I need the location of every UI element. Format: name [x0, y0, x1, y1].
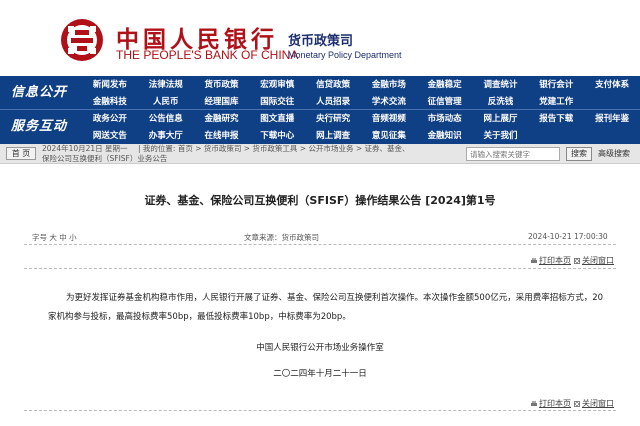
nav-item[interactable]: 宏观审慎	[249, 77, 305, 94]
breadcrumb-path[interactable]: | 我的位置: 首页 > 货币政策司 > 货币政策工具 > 公开市场业务 > 证…	[138, 144, 410, 154]
print-link-bottom[interactable]: 打印本页	[530, 398, 571, 409]
printer-icon	[531, 400, 537, 406]
nav-row-1: 新闻发布 法律法规 货币政策 宏观审慎 信贷政策 金融市场 金融稳定 调查统计 …	[82, 77, 640, 94]
nav-item[interactable]: 金融知识	[417, 128, 473, 145]
close-icon	[574, 257, 580, 264]
nav-item[interactable]: 市场动态	[417, 111, 473, 128]
breadcrumb-path-continued[interactable]: 保险公司互换便利（SFISF）业务公告	[42, 154, 167, 164]
nav-item[interactable]: 学术交流	[361, 94, 417, 111]
print-label[interactable]: 打印本页	[539, 399, 571, 408]
department-name-cn: 货币政策司	[288, 34, 354, 49]
nav-item[interactable]: 调查统计	[473, 77, 529, 94]
nav-item[interactable]: 信贷政策	[305, 77, 361, 94]
current-date: 2024年10月21日 星期一	[42, 144, 128, 153]
divider	[24, 244, 616, 245]
main-navigation: 信息公开 服务互动 新闻发布 法律法规 货币政策 宏观审慎 信贷政策 金融市场 …	[0, 76, 640, 144]
nav-item[interactable]: 金融科技	[82, 94, 138, 111]
nav-item[interactable]: 网上调查	[305, 128, 361, 145]
close-label[interactable]: 关闭窗口	[582, 256, 614, 265]
nav-item[interactable]: 图文直播	[249, 111, 305, 128]
nav-item[interactable]: 报告下载	[528, 111, 584, 128]
font-size-selector[interactable]: 字号 大 中 小	[32, 232, 77, 243]
print-label[interactable]: 打印本页	[539, 256, 571, 265]
close-icon	[574, 400, 580, 407]
nav-item[interactable]: 金融稳定	[417, 77, 473, 94]
printer-icon	[531, 257, 537, 263]
nav-item[interactable]: 办事大厅	[138, 128, 194, 145]
article-date: 二〇二四年十月二十一日	[273, 369, 367, 379]
breadcrumb: 首 页 2024年10月21日 星期一 | 我的位置: 首页 > 货币政策司 >…	[0, 144, 640, 164]
nav-item[interactable]: 人员招录	[305, 94, 361, 111]
nav-item[interactable]: 网送文告	[82, 128, 138, 145]
nav-item[interactable]: 下载中心	[249, 128, 305, 145]
divider	[24, 410, 616, 411]
nav-item[interactable]: 国际交往	[249, 94, 305, 111]
nav-section-info-disclosure: 信息公开	[10, 85, 67, 100]
close-label[interactable]: 关闭窗口	[582, 399, 614, 408]
article-signer: 中国人民银行公开市场业务操作室	[256, 343, 384, 353]
article-source: 文章来源：货币政策司	[244, 233, 319, 242]
nav-item[interactable]: 金融研究	[194, 111, 250, 128]
divider	[24, 268, 616, 269]
nav-item[interactable]: 意见征集	[361, 128, 417, 145]
nav-item[interactable]: 报刊年鉴	[584, 111, 640, 128]
article-body: 为更好发挥证券基金机构稳市作用，人民银行开展了证券、基金、保险公司互换便利首次操…	[48, 293, 604, 322]
home-button[interactable]: 首 页	[6, 147, 36, 160]
close-window-link-bottom[interactable]: 关闭窗口	[573, 398, 614, 409]
nav-section-service-interaction: 服务互动	[10, 119, 67, 134]
nav-item[interactable]: 支付体系	[584, 77, 640, 94]
nav-item[interactable]: 在线申报	[194, 128, 250, 145]
nav-item[interactable]: 人民币	[138, 94, 194, 111]
department-name-en: Monetary Policy Department	[288, 50, 402, 60]
close-window-link[interactable]: 关闭窗口	[573, 255, 614, 266]
nav-item[interactable]: 公告信息	[138, 111, 194, 128]
nav-item[interactable]: 音频视频	[361, 111, 417, 128]
bank-name-en: THE PEOPLE'S BANK OF CHINA	[116, 48, 299, 62]
search-input[interactable]	[466, 147, 560, 161]
search-button[interactable]: 搜索	[566, 147, 592, 161]
nav-item[interactable]: 央行研究	[305, 111, 361, 128]
pboc-emblem-icon	[61, 19, 103, 61]
nav-row-3: 政务公开 公告信息 金融研究 图文直播 央行研究 音频视频 市场动态 网上展厅 …	[82, 111, 640, 128]
nav-item[interactable]: 银行会计	[528, 77, 584, 94]
nav-item[interactable]: 金融市场	[361, 77, 417, 94]
nav-item[interactable]: 征信管理	[417, 94, 473, 111]
nav-item[interactable]: 网上展厅	[473, 111, 529, 128]
nav-item[interactable]: 反洗钱	[473, 94, 529, 111]
article-title: 证券、基金、保险公司互换便利（SFISF）操作结果公告 [2024]第1号	[144, 194, 496, 207]
nav-item[interactable]: 新闻发布	[82, 77, 138, 94]
nav-row-4: 网送文告 办事大厅 在线申报 下载中心 网上调查 意见征集 金融知识 关于我们	[82, 128, 640, 145]
nav-item[interactable]: 关于我们	[473, 128, 529, 145]
print-link[interactable]: 打印本页	[530, 255, 571, 266]
nav-item[interactable]: 政务公开	[82, 111, 138, 128]
nav-item[interactable]: 法律法规	[138, 77, 194, 94]
nav-row-2: 金融科技 人民币 经理国库 国际交往 人员招录 学术交流 征信管理 反洗钱 党建…	[82, 94, 640, 111]
nav-item[interactable]: 党建工作	[528, 94, 584, 111]
nav-item[interactable]: 货币政策	[194, 77, 250, 94]
advanced-search-link[interactable]: 高级搜索	[598, 148, 630, 159]
site-header: 中国人民银行 THE PEOPLE'S BANK OF CHINA 货币政策司 …	[0, 0, 640, 76]
article-timestamp: 2024-10-21 17:00:30	[528, 232, 608, 241]
nav-item[interactable]: 经理国库	[194, 94, 250, 111]
